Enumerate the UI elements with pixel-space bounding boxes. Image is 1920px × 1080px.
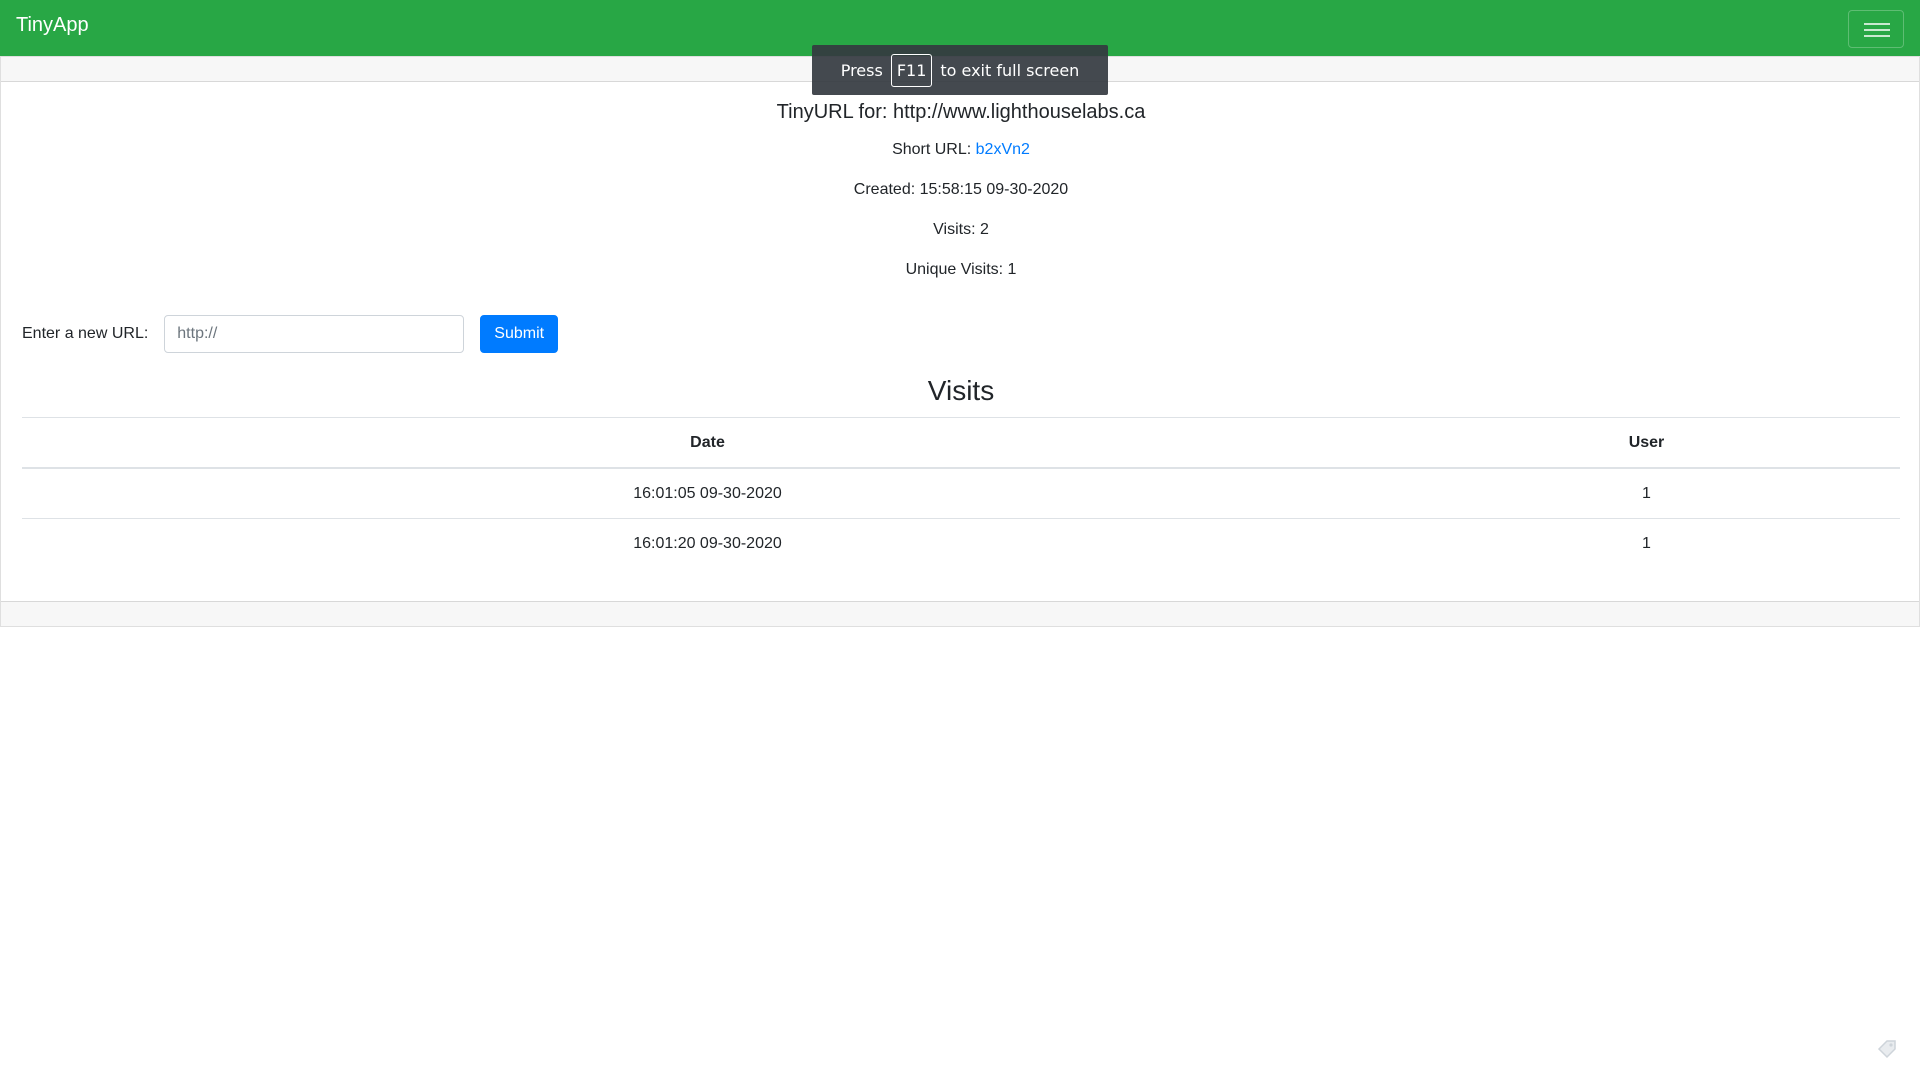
visit-user: 1 bbox=[1393, 467, 1900, 519]
visits-count: Visits: 2 bbox=[933, 221, 989, 238]
table-row: 16:01:20 09-30-2020 1 bbox=[22, 518, 1900, 568]
fullscreen-notice-suffix: to exit full screen bbox=[940, 60, 1080, 80]
visits-heading: Visits bbox=[927, 375, 995, 406]
hamburger-icon bbox=[1864, 23, 1890, 25]
unique-visits-count: Unique Visits: 1 bbox=[905, 261, 1017, 278]
menu-toggle-button[interactable] bbox=[1848, 10, 1904, 48]
fullscreen-notice-prefix: Press bbox=[840, 60, 883, 80]
table-row: 16:01:05 09-30-2020 1 bbox=[22, 467, 1900, 519]
submit-button[interactable]: Submit bbox=[480, 315, 559, 353]
column-header-date: Date bbox=[22, 417, 1393, 469]
new-url-input[interactable] bbox=[164, 315, 465, 353]
table-header-row: Date User bbox=[22, 417, 1900, 469]
url-card: TinyURL for: http://www.lighthouselabs.c… bbox=[0, 56, 1920, 627]
created-text: Created: 15:58:15 09-30-2020 bbox=[853, 181, 1069, 198]
visit-date: 16:01:05 09-30-2020 bbox=[22, 467, 1393, 519]
column-header-user: User bbox=[1393, 417, 1900, 469]
short-url-link[interactable]: b2xVn2 bbox=[976, 141, 1030, 158]
short-url-label: Short URL: bbox=[892, 141, 972, 158]
visits-table: Date User 16:01:05 09-30-2020 1 16:01:20… bbox=[22, 417, 1900, 568]
visit-date: 16:01:20 09-30-2020 bbox=[22, 518, 1393, 568]
fullscreen-notice: Press F11 to exit full screen bbox=[812, 45, 1108, 95]
card-footer bbox=[1, 601, 1919, 626]
update-url-form: Enter a new URL: Submit bbox=[22, 315, 559, 353]
short-url-line: Short URL: b2xVn2 bbox=[1, 141, 1920, 159]
page-title: TinyURL for: http://www.lighthouselabs.c… bbox=[776, 101, 1146, 123]
visit-user: 1 bbox=[1393, 518, 1900, 568]
brand-link[interactable]: TinyApp bbox=[16, 14, 89, 37]
tag-icon[interactable] bbox=[1876, 1038, 1898, 1060]
fullscreen-key: F11 bbox=[890, 53, 933, 87]
new-url-label: Enter a new URL: bbox=[22, 325, 149, 342]
